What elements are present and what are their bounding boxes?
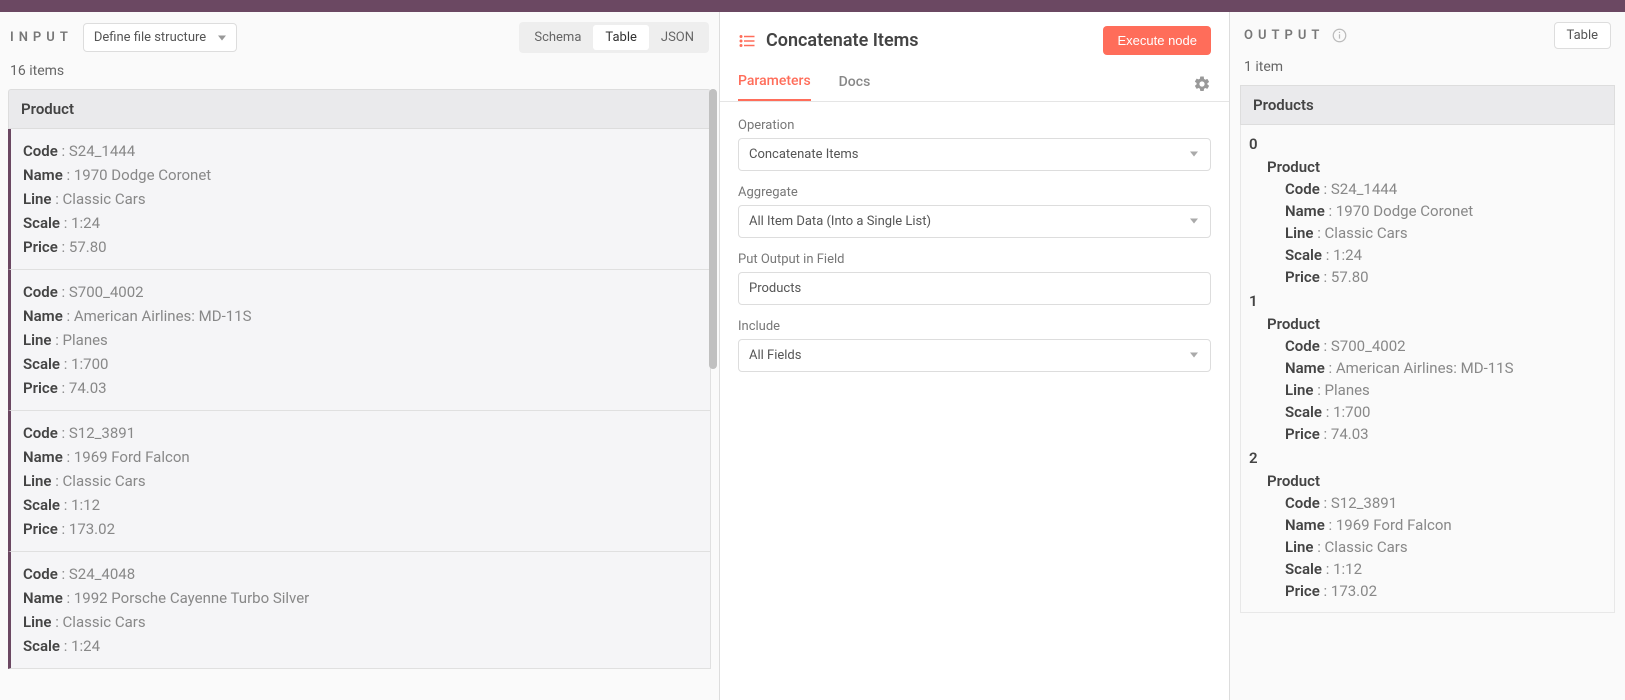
property-row: Code : S12_3891	[23, 421, 698, 445]
output-product-label: Product	[1245, 312, 1604, 335]
property-row: Scale : 1:700	[23, 352, 698, 376]
tab-docs[interactable]: Docs	[839, 66, 871, 100]
property-row: Scale : 1:24	[23, 634, 698, 658]
output-items-count: 1 item	[1230, 55, 1625, 85]
property-row: Name : 1992 Porsche Cayenne Turbo Silver	[23, 586, 698, 610]
output-property-row: Code : S700_4002	[1245, 335, 1604, 357]
output-property-row: Scale : 1:700	[1245, 401, 1604, 423]
property-row: Line : Classic Cars	[23, 469, 698, 493]
input-item-card[interactable]: Code : S700_4002Name : American Airlines…	[8, 270, 711, 411]
property-row: Price : 173.02	[23, 517, 698, 541]
property-row: Name : 1969 Ford Falcon	[23, 445, 698, 469]
gear-icon[interactable]	[1193, 65, 1211, 101]
label-operation: Operation	[738, 118, 1211, 133]
output-product-label: Product	[1245, 155, 1604, 178]
input-view-table[interactable]: Table	[593, 25, 648, 50]
select-aggregate[interactable]: All Item Data (Into a Single List)	[738, 205, 1211, 238]
label-output-field: Put Output in Field	[738, 252, 1211, 267]
input-item-card[interactable]: Code : S24_4048Name : 1992 Porsche Cayen…	[8, 552, 711, 669]
label-aggregate: Aggregate	[738, 185, 1211, 200]
property-row: Price : 57.80	[23, 235, 698, 259]
output-property-row: Price : 57.80	[1245, 266, 1604, 288]
input-output-field[interactable]: Products	[738, 272, 1211, 305]
output-property-row: Name : 1970 Dodge Coronet	[1245, 200, 1604, 222]
output-property-row: Line : Planes	[1245, 379, 1604, 401]
scrollbar[interactable]	[709, 89, 717, 369]
output-property-row: Scale : 1:24	[1245, 244, 1604, 266]
output-property-row: Name : 1969 Ford Falcon	[1245, 514, 1604, 536]
property-row: Line : Classic Cars	[23, 187, 698, 211]
property-row: Line : Planes	[23, 328, 698, 352]
input-view-json[interactable]: JSON	[649, 25, 706, 50]
node-title: Concatenate Items	[766, 30, 1093, 51]
input-title: INPUT	[10, 30, 73, 45]
output-view-table[interactable]: Table	[1554, 22, 1611, 49]
output-panel: OUTPUT Table 1 item Products 0ProductCod…	[1230, 12, 1625, 700]
input-item-card[interactable]: Code : S12_3891Name : 1969 Ford FalconLi…	[8, 411, 711, 552]
execute-button[interactable]: Execute node	[1103, 26, 1211, 55]
input-column-header: Product	[8, 89, 711, 129]
output-property-row: Line : Classic Cars	[1245, 536, 1604, 558]
select-include[interactable]: All Fields	[738, 339, 1211, 372]
property-row: Price : 74.03	[23, 376, 698, 400]
property-row: Code : S700_4002	[23, 280, 698, 304]
property-row: Code : S24_4048	[23, 562, 698, 586]
tab-parameters[interactable]: Parameters	[738, 65, 811, 101]
input-panel: INPUT Define file structure Schema Table…	[0, 12, 720, 700]
output-column-header: Products	[1240, 85, 1615, 125]
output-product-label: Product	[1245, 469, 1604, 492]
input-items-count: 16 items	[0, 59, 719, 89]
input-item-card[interactable]: Code : S24_1444Name : 1970 Dodge Coronet…	[8, 129, 711, 270]
property-row: Code : S24_1444	[23, 139, 698, 163]
output-index: 1	[1245, 288, 1604, 312]
list-icon	[738, 30, 756, 51]
output-property-row: Code : S12_3891	[1245, 492, 1604, 514]
output-property-row: Code : S24_1444	[1245, 178, 1604, 200]
output-title: OUTPUT	[1244, 28, 1324, 43]
input-view-toggle: Schema Table JSON	[519, 22, 709, 53]
property-row: Line : Classic Cars	[23, 610, 698, 634]
output-index: 2	[1245, 445, 1604, 469]
property-row: Name : American Airlines: MD-11S	[23, 304, 698, 328]
input-source-dropdown[interactable]: Define file structure	[83, 23, 237, 52]
output-property-row: Price : 74.03	[1245, 423, 1604, 445]
output-index: 0	[1245, 131, 1604, 155]
property-row: Name : 1970 Dodge Coronet	[23, 163, 698, 187]
output-property-row: Line : Classic Cars	[1245, 222, 1604, 244]
property-row: Scale : 1:24	[23, 211, 698, 235]
info-icon[interactable]	[1332, 28, 1347, 44]
select-operation[interactable]: Concatenate Items	[738, 138, 1211, 171]
property-row: Scale : 1:12	[23, 493, 698, 517]
node-config-panel: Concatenate Items Execute node Parameter…	[720, 12, 1230, 700]
output-property-row: Price : 173.02	[1245, 580, 1604, 602]
output-property-row: Name : American Airlines: MD-11S	[1245, 357, 1604, 379]
label-include: Include	[738, 319, 1211, 334]
output-property-row: Scale : 1:12	[1245, 558, 1604, 580]
input-view-schema[interactable]: Schema	[522, 25, 593, 50]
input-table: Product Code : S24_1444Name : 1970 Dodge…	[0, 89, 719, 700]
output-table: Products 0ProductCode : S24_1444Name : 1…	[1230, 85, 1625, 700]
